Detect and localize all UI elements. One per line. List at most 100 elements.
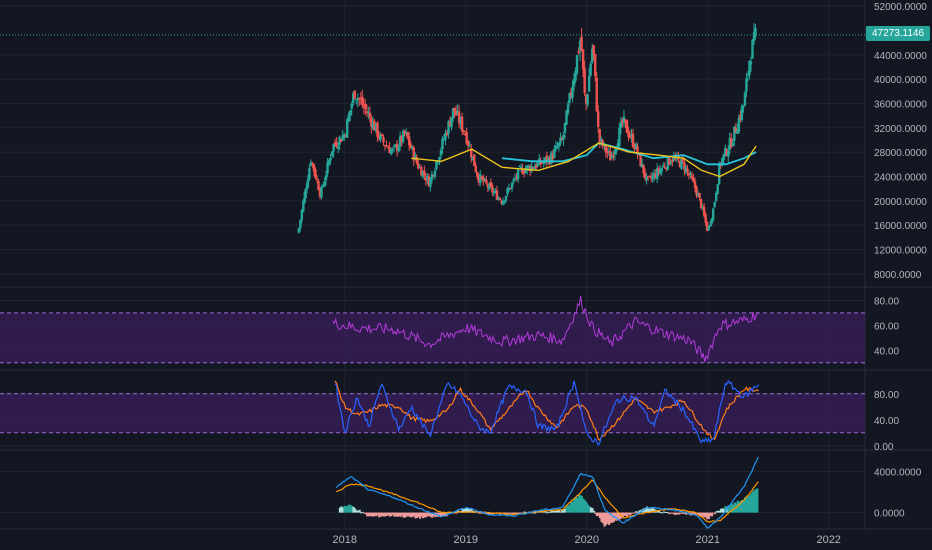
candle-body xyxy=(336,146,340,149)
candle-body xyxy=(595,77,598,112)
candle-body xyxy=(708,224,712,226)
candle-body xyxy=(485,179,488,184)
candle-body xyxy=(597,111,600,128)
candle-body xyxy=(460,116,464,132)
y-tick-label: 0.0000 xyxy=(874,509,905,520)
y-tick-label: 28000.0000 xyxy=(874,148,927,159)
candle-body xyxy=(586,94,589,105)
candle-body xyxy=(631,133,635,147)
candle-body xyxy=(702,206,706,216)
macd-histogram-bar xyxy=(358,509,361,513)
candle-body xyxy=(317,181,320,191)
candle-body xyxy=(323,181,326,187)
candle-body xyxy=(669,162,673,164)
candle-body xyxy=(361,96,364,106)
candle-body xyxy=(553,149,556,158)
macd-histogram-bar xyxy=(756,488,759,513)
candle-body xyxy=(430,174,434,180)
y-tick-label: 8000.0000 xyxy=(874,270,922,281)
candle-body xyxy=(731,142,735,146)
y-tick-label: 40.00 xyxy=(874,346,899,357)
candle-body xyxy=(713,202,716,208)
candle-body xyxy=(300,209,304,221)
candle-body xyxy=(686,168,689,172)
candle-body xyxy=(594,53,597,76)
candle-body xyxy=(415,156,418,164)
candle-body xyxy=(689,173,692,175)
candle-body xyxy=(474,165,477,172)
candle-body xyxy=(335,142,338,147)
candle-body xyxy=(583,67,586,93)
candle-body xyxy=(571,86,574,99)
candle-body xyxy=(513,178,517,180)
y-tick-label: 12000.0000 xyxy=(874,245,927,256)
candle-body xyxy=(439,150,443,156)
y-tick-label: 32000.0000 xyxy=(874,124,927,135)
candle-body xyxy=(510,182,514,189)
candle-body xyxy=(492,192,496,194)
y-tick-label: 80.00 xyxy=(874,296,899,307)
candle-body xyxy=(512,179,515,182)
macd-histogram-bar xyxy=(592,510,596,513)
candle-body xyxy=(559,137,562,144)
candle-body xyxy=(749,60,753,65)
candle-body xyxy=(297,228,301,233)
candle-body xyxy=(707,226,710,230)
candle-body xyxy=(368,112,372,118)
macd-histogram-bar xyxy=(713,512,717,515)
candle-body xyxy=(589,63,592,76)
y-tick-label: 80.00 xyxy=(874,390,899,401)
y-tick-label: 52000.0000 xyxy=(874,2,927,13)
y-tick-label: 0.00 xyxy=(874,442,894,453)
candle-body xyxy=(625,120,629,134)
candle-body xyxy=(754,28,757,37)
candle-body xyxy=(698,192,701,198)
y-tick-label: 16000.0000 xyxy=(874,221,927,232)
candle-body xyxy=(476,172,479,177)
candle-body xyxy=(353,90,356,99)
candle-body xyxy=(450,117,453,128)
candle-body xyxy=(491,185,494,193)
candle-body xyxy=(587,75,591,92)
candle-body xyxy=(668,157,671,165)
candle-body xyxy=(324,175,328,181)
candle-body xyxy=(503,200,506,202)
candle-body xyxy=(376,122,379,137)
candle-body xyxy=(704,214,707,223)
candle-body xyxy=(308,167,311,180)
indicator-band xyxy=(0,312,865,363)
x-tick-label: 2019 xyxy=(454,534,478,546)
candle-body xyxy=(740,106,744,121)
candle-body xyxy=(727,151,730,157)
x-tick-label: 2021 xyxy=(695,534,719,546)
candle-body xyxy=(327,160,331,165)
candle-body xyxy=(315,178,319,181)
candle-body xyxy=(311,162,314,164)
candle-body xyxy=(473,154,476,166)
candle-body xyxy=(716,184,719,195)
candle-body xyxy=(332,144,335,152)
candle-body xyxy=(504,195,508,201)
candle-body xyxy=(479,174,482,183)
candle-body xyxy=(305,187,308,194)
y-tick-label: 44000.0000 xyxy=(874,51,927,62)
candle-body xyxy=(433,170,437,177)
candle-body xyxy=(575,54,579,74)
candle-body xyxy=(299,219,302,229)
candle-body xyxy=(577,51,580,53)
candle-body xyxy=(519,167,523,169)
candle-body xyxy=(566,104,570,114)
candle-body xyxy=(389,149,393,155)
candle-body xyxy=(380,134,384,136)
y-tick-label: 4000.0000 xyxy=(874,468,922,479)
chart-canvas[interactable]: 8000.0000 12000.0000 16000.0000 20000.0000 2… xyxy=(0,0,932,550)
candle-body xyxy=(314,169,317,179)
candle-body xyxy=(466,141,470,146)
candle-body xyxy=(516,168,520,180)
candle-body xyxy=(751,39,754,59)
candle-body xyxy=(306,179,310,188)
candle-body xyxy=(663,166,666,168)
y-tick-label: 20000.0000 xyxy=(874,197,927,208)
candle-body xyxy=(718,163,721,185)
candle-body xyxy=(562,134,565,140)
